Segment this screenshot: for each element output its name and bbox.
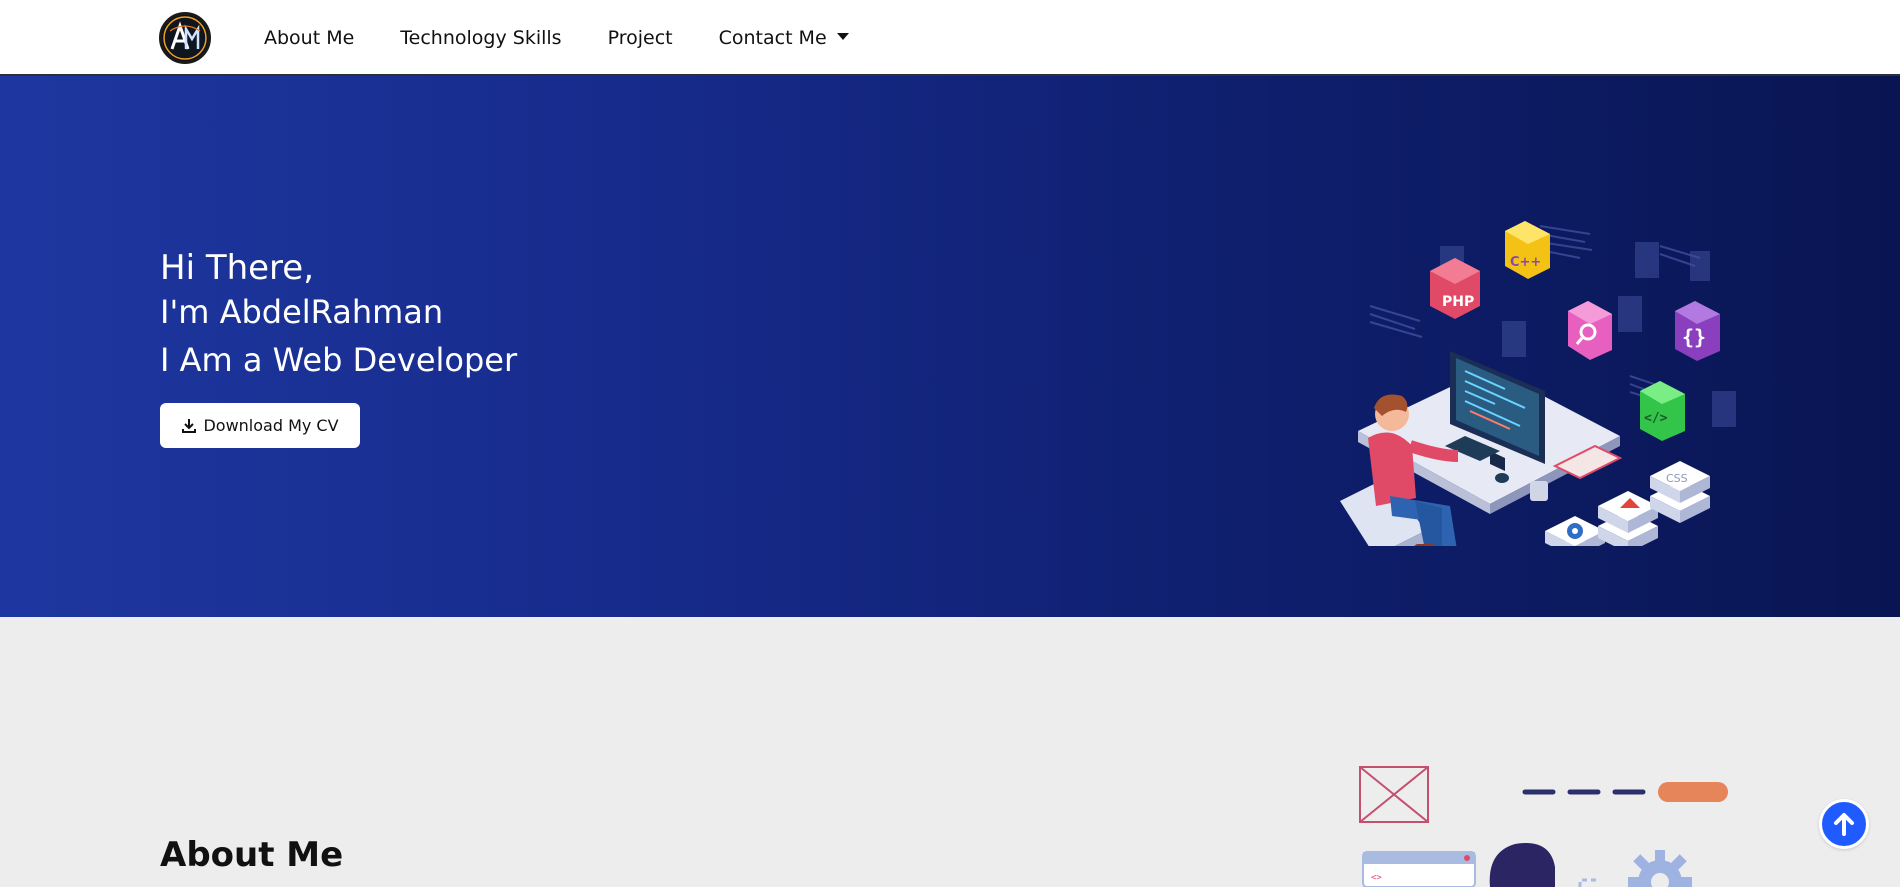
nav-links: About Me Technology Skills Project Conta…: [264, 0, 895, 76]
gear-tile: [1545, 516, 1605, 546]
css-tile: CSS: [1650, 461, 1710, 523]
nav-contact-label: Contact Me: [718, 27, 827, 49]
navbar: About Me Technology Skills Project Conta…: [0, 0, 1900, 76]
nav-contact-me[interactable]: Contact Me: [719, 27, 849, 49]
mouse: [1495, 473, 1509, 483]
hero-role: I Am a Web Developer: [160, 341, 518, 379]
download-icon: [182, 418, 197, 433]
code-tag-cube: </>: [1640, 381, 1685, 441]
css-label: CSS: [1666, 472, 1688, 485]
person-head-silhouette: [1489, 842, 1555, 887]
download-cv-label: Download My CV: [203, 416, 339, 435]
pill-shape: [1658, 782, 1728, 802]
hero-greeting: Hi There,: [160, 248, 315, 288]
caret-down-icon: [836, 33, 849, 40]
person-torso: [1368, 432, 1416, 506]
arrow-up-icon: [1834, 813, 1854, 836]
cpp-label: C++: [1510, 255, 1541, 270]
nav-project[interactable]: Project: [608, 27, 673, 49]
braces-icon: {}: [1682, 325, 1706, 349]
cpp-cube: C++: [1505, 221, 1550, 279]
nav-technology-skills[interactable]: Technology Skills: [400, 27, 561, 49]
coffee-mug: [1530, 481, 1548, 501]
about-section: About Me <>: [0, 617, 1900, 887]
php-cube: PHP: [1430, 258, 1480, 319]
logo-mark: [163, 16, 207, 60]
play-tile: [1598, 491, 1658, 546]
download-cv-button[interactable]: Download My CV: [160, 403, 360, 448]
hero-name: I'm AbdelRahman: [160, 293, 444, 331]
svg-text:<>: <>: [1371, 873, 1382, 883]
about-illustration: <>: [1359, 766, 1728, 887]
hero-text: Hi There, I'm AbdelRahman I Am a Web Dev…: [160, 246, 517, 386]
braces-cube: {}: [1675, 301, 1720, 361]
gear-icon: [1628, 850, 1692, 887]
developer-illustration: PHP C++ {} </> CSS: [1340, 221, 1736, 546]
hero-section: Hi There, I'm AbdelRahman I Am a Web Dev…: [0, 76, 1900, 617]
about-title: About Me: [160, 835, 344, 875]
code-tag-icon: </>: [1644, 411, 1668, 426]
back-to-top-button[interactable]: [1819, 799, 1869, 849]
logo[interactable]: [159, 12, 211, 64]
search-cube: [1568, 301, 1612, 360]
nav-about-me[interactable]: About Me: [264, 27, 354, 49]
php-label: PHP: [1442, 294, 1474, 310]
